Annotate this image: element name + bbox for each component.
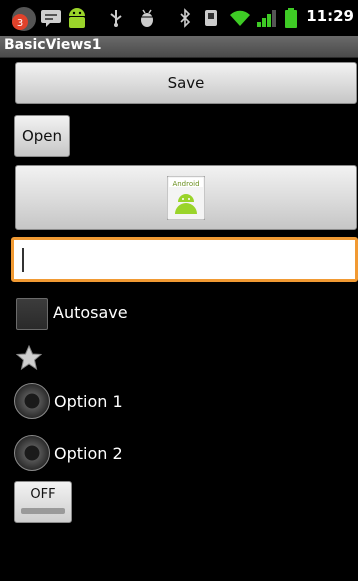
star-icon[interactable] — [16, 345, 42, 371]
text-cursor — [22, 248, 24, 272]
open-button[interactable]: Open — [14, 115, 70, 157]
message-icon — [41, 10, 61, 27]
toggle-indicator — [21, 508, 65, 514]
option1-radio[interactable] — [14, 383, 50, 419]
save-button[interactable]: Save — [15, 62, 357, 104]
battery-icon — [285, 8, 297, 28]
nfc-icon — [205, 10, 217, 26]
app-title: BasicViews1 — [4, 37, 102, 53]
save-button-label: Save — [167, 74, 205, 92]
autosave-label[interactable]: Autosave — [53, 303, 128, 322]
autosave-checkbox[interactable] — [16, 298, 48, 330]
usb-icon — [110, 10, 122, 27]
image-button[interactable]: Android — [15, 165, 357, 230]
wifi-icon — [230, 10, 250, 26]
bluetooth-icon — [180, 8, 191, 28]
android-icon — [69, 8, 85, 28]
debug-icon — [140, 9, 154, 27]
option2-label[interactable]: Option 2 — [54, 444, 123, 463]
signal-icon — [257, 10, 276, 27]
toggle-button[interactable]: OFF — [14, 481, 72, 523]
title-bar: BasicViews1 — [0, 36, 358, 58]
svg-text:Android: Android — [172, 180, 199, 188]
clock: 11:29 — [306, 7, 354, 25]
notification-badge-icon: 3 — [12, 7, 36, 31]
text-input[interactable] — [11, 237, 358, 282]
status-bar: 3 11:29 — [0, 0, 358, 36]
toggle-label: OFF — [30, 487, 56, 502]
svg-text:3: 3 — [17, 18, 23, 29]
option1-label[interactable]: Option 1 — [54, 392, 123, 411]
open-button-label: Open — [21, 127, 63, 145]
android-app-icon: Android — [167, 175, 205, 220]
option2-radio[interactable] — [14, 435, 50, 471]
